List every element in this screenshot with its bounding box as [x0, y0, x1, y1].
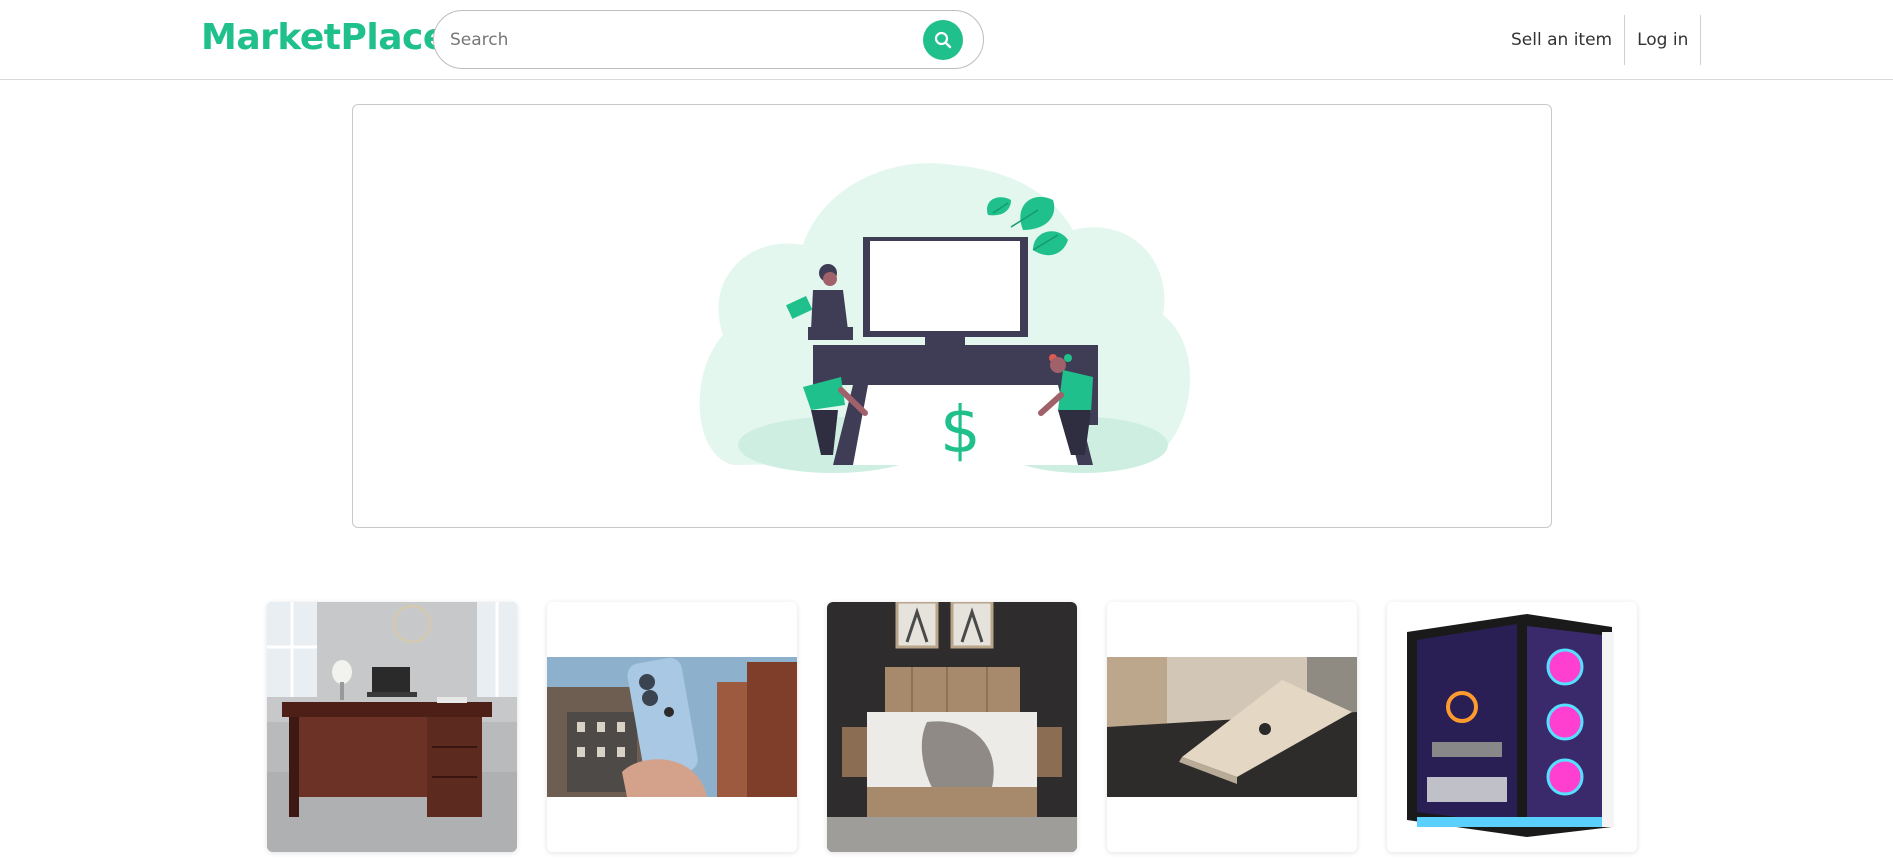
product-grid	[267, 602, 1639, 852]
people-carrying-desk-illustration: $	[699, 163, 1191, 473]
desk-photo	[267, 602, 517, 852]
dollar-icon: $	[940, 394, 981, 468]
product-card-gaming-pc[interactable]	[1387, 602, 1637, 852]
search-input[interactable]	[450, 25, 910, 55]
pc-photo	[1387, 602, 1637, 852]
bed-photo	[827, 602, 1077, 852]
login-link[interactable]: Log in	[1625, 15, 1700, 65]
brand-logo[interactable]: MarketPlace	[201, 17, 447, 58]
top-navbar: MarketPlace Sell an item Log in	[0, 0, 1893, 80]
search-button[interactable]	[923, 20, 963, 60]
search-icon	[934, 31, 952, 49]
nav-divider	[1700, 15, 1702, 65]
hero-banner: $	[352, 104, 1552, 528]
sell-item-link[interactable]: Sell an item	[1499, 15, 1624, 65]
product-card-desk[interactable]	[267, 602, 517, 852]
product-card-iphone[interactable]	[547, 602, 797, 852]
product-card-bed[interactable]	[827, 602, 1077, 852]
product-card-laptop[interactable]	[1107, 602, 1357, 852]
laptop-photo	[1107, 602, 1357, 852]
search-bar	[433, 10, 984, 69]
phone-photo	[547, 602, 797, 852]
nav-links: Sell an item Log in	[1499, 15, 1702, 65]
